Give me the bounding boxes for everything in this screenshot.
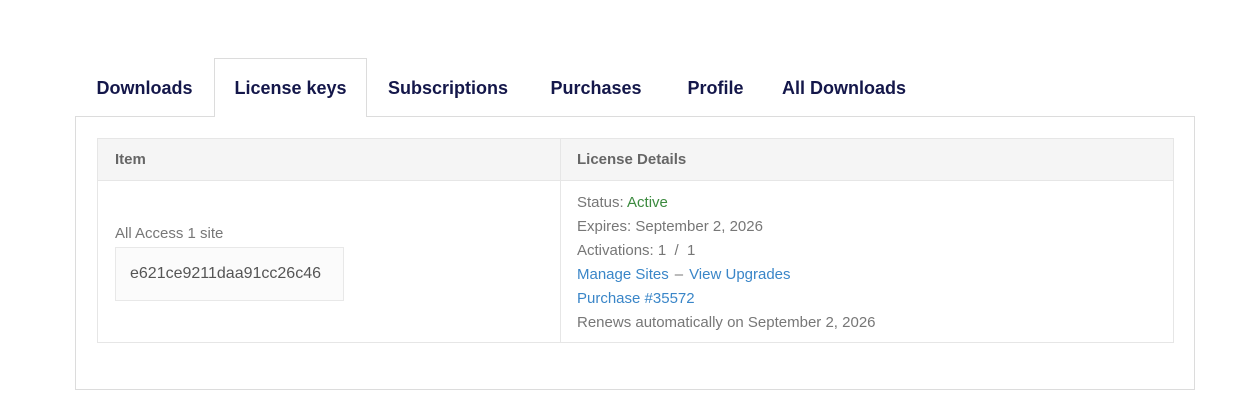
activations-line: Activations: 1 / 1	[577, 239, 876, 263]
license-details: Status: Active Expires: September 2, 202…	[577, 191, 876, 335]
tab-license-keys[interactable]: License keys	[214, 58, 367, 117]
table-header: Item License Details	[98, 139, 1173, 181]
license-table: Item License Details All Access 1 site e…	[97, 138, 1174, 343]
manage-sites-link[interactable]: Manage Sites	[577, 266, 669, 283]
license-keys-panel: Item License Details All Access 1 site e…	[75, 116, 1195, 390]
tab-bar: Downloads License keys Subscriptions Pur…	[75, 58, 920, 117]
expires-value: September 2, 2026	[635, 218, 763, 235]
status-badge: Active	[627, 194, 668, 211]
tab-downloads[interactable]: Downloads	[75, 58, 214, 117]
tab-all-downloads[interactable]: All Downloads	[768, 58, 920, 117]
tab-subscriptions[interactable]: Subscriptions	[367, 58, 529, 117]
activations-value: 1 / 1	[657, 242, 696, 259]
license-key-field[interactable]: e621ce9211daa91cc26c46	[115, 247, 344, 301]
purchase-line: Purchase #35572	[577, 287, 876, 311]
tab-profile[interactable]: Profile	[663, 58, 768, 117]
header-item: Item	[115, 151, 146, 168]
expires-line: Expires: September 2, 2026	[577, 215, 876, 239]
tab-purchases[interactable]: Purchases	[529, 58, 663, 117]
renews-text: Renews automatically on September 2, 202…	[577, 314, 876, 331]
status-label: Status:	[577, 194, 624, 211]
status-line: Status: Active	[577, 191, 876, 215]
activations-label: Activations:	[577, 242, 654, 259]
link-separator: –	[674, 266, 684, 283]
header-license-details: License Details	[577, 151, 687, 168]
item-name: All Access 1 site	[115, 225, 224, 242]
expires-label: Expires:	[577, 218, 632, 235]
purchase-link[interactable]: Purchase #35572	[577, 290, 695, 307]
actions-line: Manage Sites – View Upgrades	[577, 263, 876, 287]
column-divider	[560, 139, 561, 342]
view-upgrades-link[interactable]: View Upgrades	[689, 266, 790, 283]
